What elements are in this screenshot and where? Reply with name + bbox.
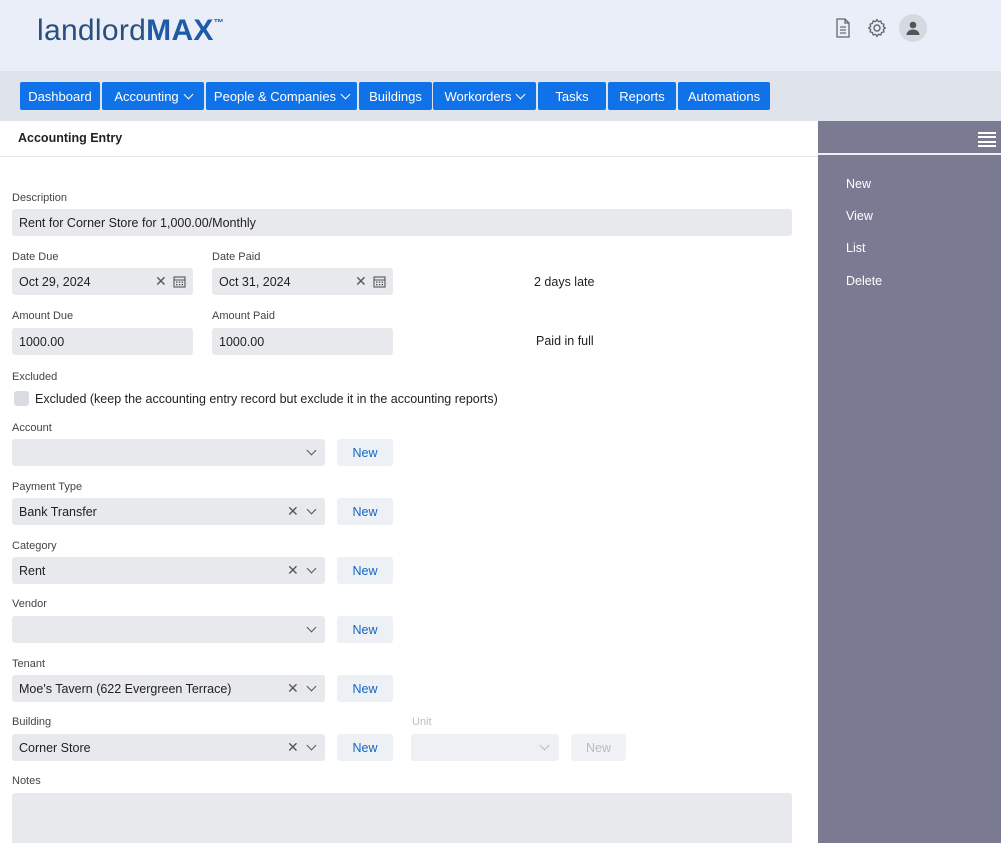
- payment-type-select[interactable]: Bank Transfer ✕: [12, 498, 325, 525]
- chevron-down-icon[interactable]: [539, 740, 550, 751]
- description-field[interactable]: Rent for Corner Store for 1,000.00/Month…: [12, 209, 792, 236]
- notes-textarea[interactable]: [12, 793, 792, 843]
- building-new-button[interactable]: New: [337, 734, 393, 761]
- tenant-select[interactable]: Moe's Tavern (622 Evergreen Terrace) ✕: [12, 675, 325, 702]
- building-select[interactable]: Corner Store ✕: [12, 734, 325, 761]
- gear-icon[interactable]: [865, 16, 889, 40]
- tenant-new-button[interactable]: New: [337, 675, 393, 702]
- excluded-checkbox[interactable]: [14, 391, 29, 406]
- chevron-down-icon: [516, 89, 526, 99]
- user-avatar-icon[interactable]: [899, 14, 927, 42]
- nav-buildings-label: Buildings: [369, 88, 422, 104]
- calendar-icon[interactable]: [373, 275, 386, 288]
- chevron-down-icon[interactable]: [306, 681, 317, 692]
- page-title-bar: Accounting Entry: [0, 121, 818, 157]
- app-header: landlordMAX™: [0, 0, 1001, 71]
- date-due-value: Oct 29, 2024: [19, 274, 91, 289]
- account-label: Account: [12, 422, 52, 434]
- hamburger-menu-icon[interactable]: [978, 132, 996, 147]
- amount-due-field[interactable]: 1000.00: [12, 328, 193, 355]
- unit-select[interactable]: [411, 734, 559, 761]
- building-value: Corner Store: [19, 740, 91, 755]
- category-value: Rent: [19, 563, 46, 578]
- notes-label: Notes: [12, 775, 41, 787]
- nav-automations-label: Automations: [687, 88, 761, 104]
- vendor-new-button[interactable]: New: [337, 616, 393, 643]
- clear-date-paid-icon[interactable]: ✕: [355, 274, 367, 288]
- document-icon[interactable]: [831, 16, 855, 40]
- payment-type-new-button[interactable]: New: [337, 498, 393, 525]
- unit-label: Unit: [412, 716, 432, 728]
- vendor-label: Vendor: [12, 598, 47, 610]
- unit-new-button[interactable]: New: [571, 734, 626, 761]
- date-paid-label: Date Paid: [212, 251, 261, 263]
- nav-workorders[interactable]: Workorders: [433, 82, 536, 110]
- amount-paid-label: Amount Paid: [212, 310, 275, 322]
- action-sidebar: New View List Delete: [818, 121, 1001, 843]
- logo-text-bold: MAX: [146, 14, 214, 47]
- category-new-button[interactable]: New: [337, 557, 393, 584]
- date-due-label: Date Due: [12, 251, 59, 263]
- vendor-select[interactable]: [12, 616, 325, 643]
- sidebar-header: [818, 121, 1001, 155]
- nav-accounting-label: Accounting: [114, 88, 179, 104]
- nav-accounting[interactable]: Accounting: [102, 82, 204, 110]
- chevron-down-icon[interactable]: [306, 445, 317, 456]
- nav-people-label: People & Companies: [213, 88, 337, 104]
- payment-type-label: Payment Type: [12, 481, 83, 493]
- clear-tenant-icon[interactable]: ✕: [287, 681, 299, 695]
- nav-workorders-label: Workorders: [444, 88, 512, 104]
- amount-paid-value: 1000.00: [219, 334, 265, 349]
- building-label: Building: [12, 716, 52, 728]
- logo-text-light: landlord: [37, 14, 147, 47]
- nav-tasks[interactable]: Tasks: [538, 82, 606, 110]
- nav-buildings[interactable]: Buildings: [359, 82, 432, 110]
- clear-building-icon[interactable]: ✕: [287, 740, 299, 754]
- chevron-down-icon: [183, 89, 194, 99]
- clear-date-due-icon[interactable]: ✕: [155, 274, 167, 288]
- tenant-value: Moe's Tavern (622 Evergreen Terrace): [19, 681, 232, 696]
- date-status-text: 2 days late: [534, 275, 595, 289]
- nav-people-companies[interactable]: People & Companies: [206, 82, 357, 110]
- account-select[interactable]: [12, 439, 325, 466]
- clear-category-icon[interactable]: ✕: [287, 563, 299, 577]
- amount-due-label: Amount Due: [12, 310, 74, 322]
- sidebar-item-new[interactable]: New: [846, 177, 871, 191]
- chevron-down-icon[interactable]: [306, 563, 317, 574]
- amount-due-value: 1000.00: [19, 334, 65, 349]
- clear-payment-type-icon[interactable]: ✕: [287, 504, 299, 518]
- chevron-down-icon: [340, 89, 351, 99]
- nav-dashboard-label: Dashboard: [28, 88, 92, 104]
- excluded-label: Excluded: [12, 371, 58, 383]
- chevron-down-icon[interactable]: [306, 740, 317, 751]
- description-label: Description: [12, 192, 68, 204]
- nav-dashboard[interactable]: Dashboard: [20, 82, 100, 110]
- sidebar-item-view[interactable]: View: [846, 209, 873, 223]
- excluded-checkbox-label[interactable]: Excluded (keep the accounting entry reco…: [35, 392, 498, 406]
- chevron-down-icon[interactable]: [306, 504, 317, 515]
- description-value: Rent for Corner Store for 1,000.00/Month…: [19, 215, 256, 230]
- nav-automations[interactable]: Automations: [678, 82, 770, 110]
- nav-tasks-label: Tasks: [555, 88, 589, 104]
- logo-trademark: ™: [213, 18, 225, 29]
- main-nav: Dashboard Accounting People & Companies …: [0, 71, 1001, 121]
- date-paid-value: Oct 31, 2024: [219, 274, 291, 289]
- landlordmax-logo[interactable]: landlordMAX™: [37, 14, 224, 48]
- date-paid-field[interactable]: Oct 31, 2024 ✕: [212, 268, 393, 295]
- chevron-down-icon[interactable]: [306, 622, 317, 633]
- account-new-button[interactable]: New: [337, 439, 393, 466]
- amount-status-text: Paid in full: [536, 334, 594, 348]
- tenant-label: Tenant: [12, 658, 46, 670]
- sidebar-item-delete[interactable]: Delete: [846, 274, 882, 288]
- payment-type-value: Bank Transfer: [19, 504, 97, 519]
- amount-paid-field[interactable]: 1000.00: [212, 328, 393, 355]
- category-select[interactable]: Rent ✕: [12, 557, 325, 584]
- nav-reports[interactable]: Reports: [608, 82, 676, 110]
- sidebar-item-list[interactable]: List: [846, 241, 865, 255]
- calendar-icon[interactable]: [173, 275, 186, 288]
- page-title: Accounting Entry: [18, 131, 123, 145]
- category-label: Category: [12, 540, 57, 552]
- nav-reports-label: Reports: [619, 88, 665, 104]
- date-due-field[interactable]: Oct 29, 2024 ✕: [12, 268, 193, 295]
